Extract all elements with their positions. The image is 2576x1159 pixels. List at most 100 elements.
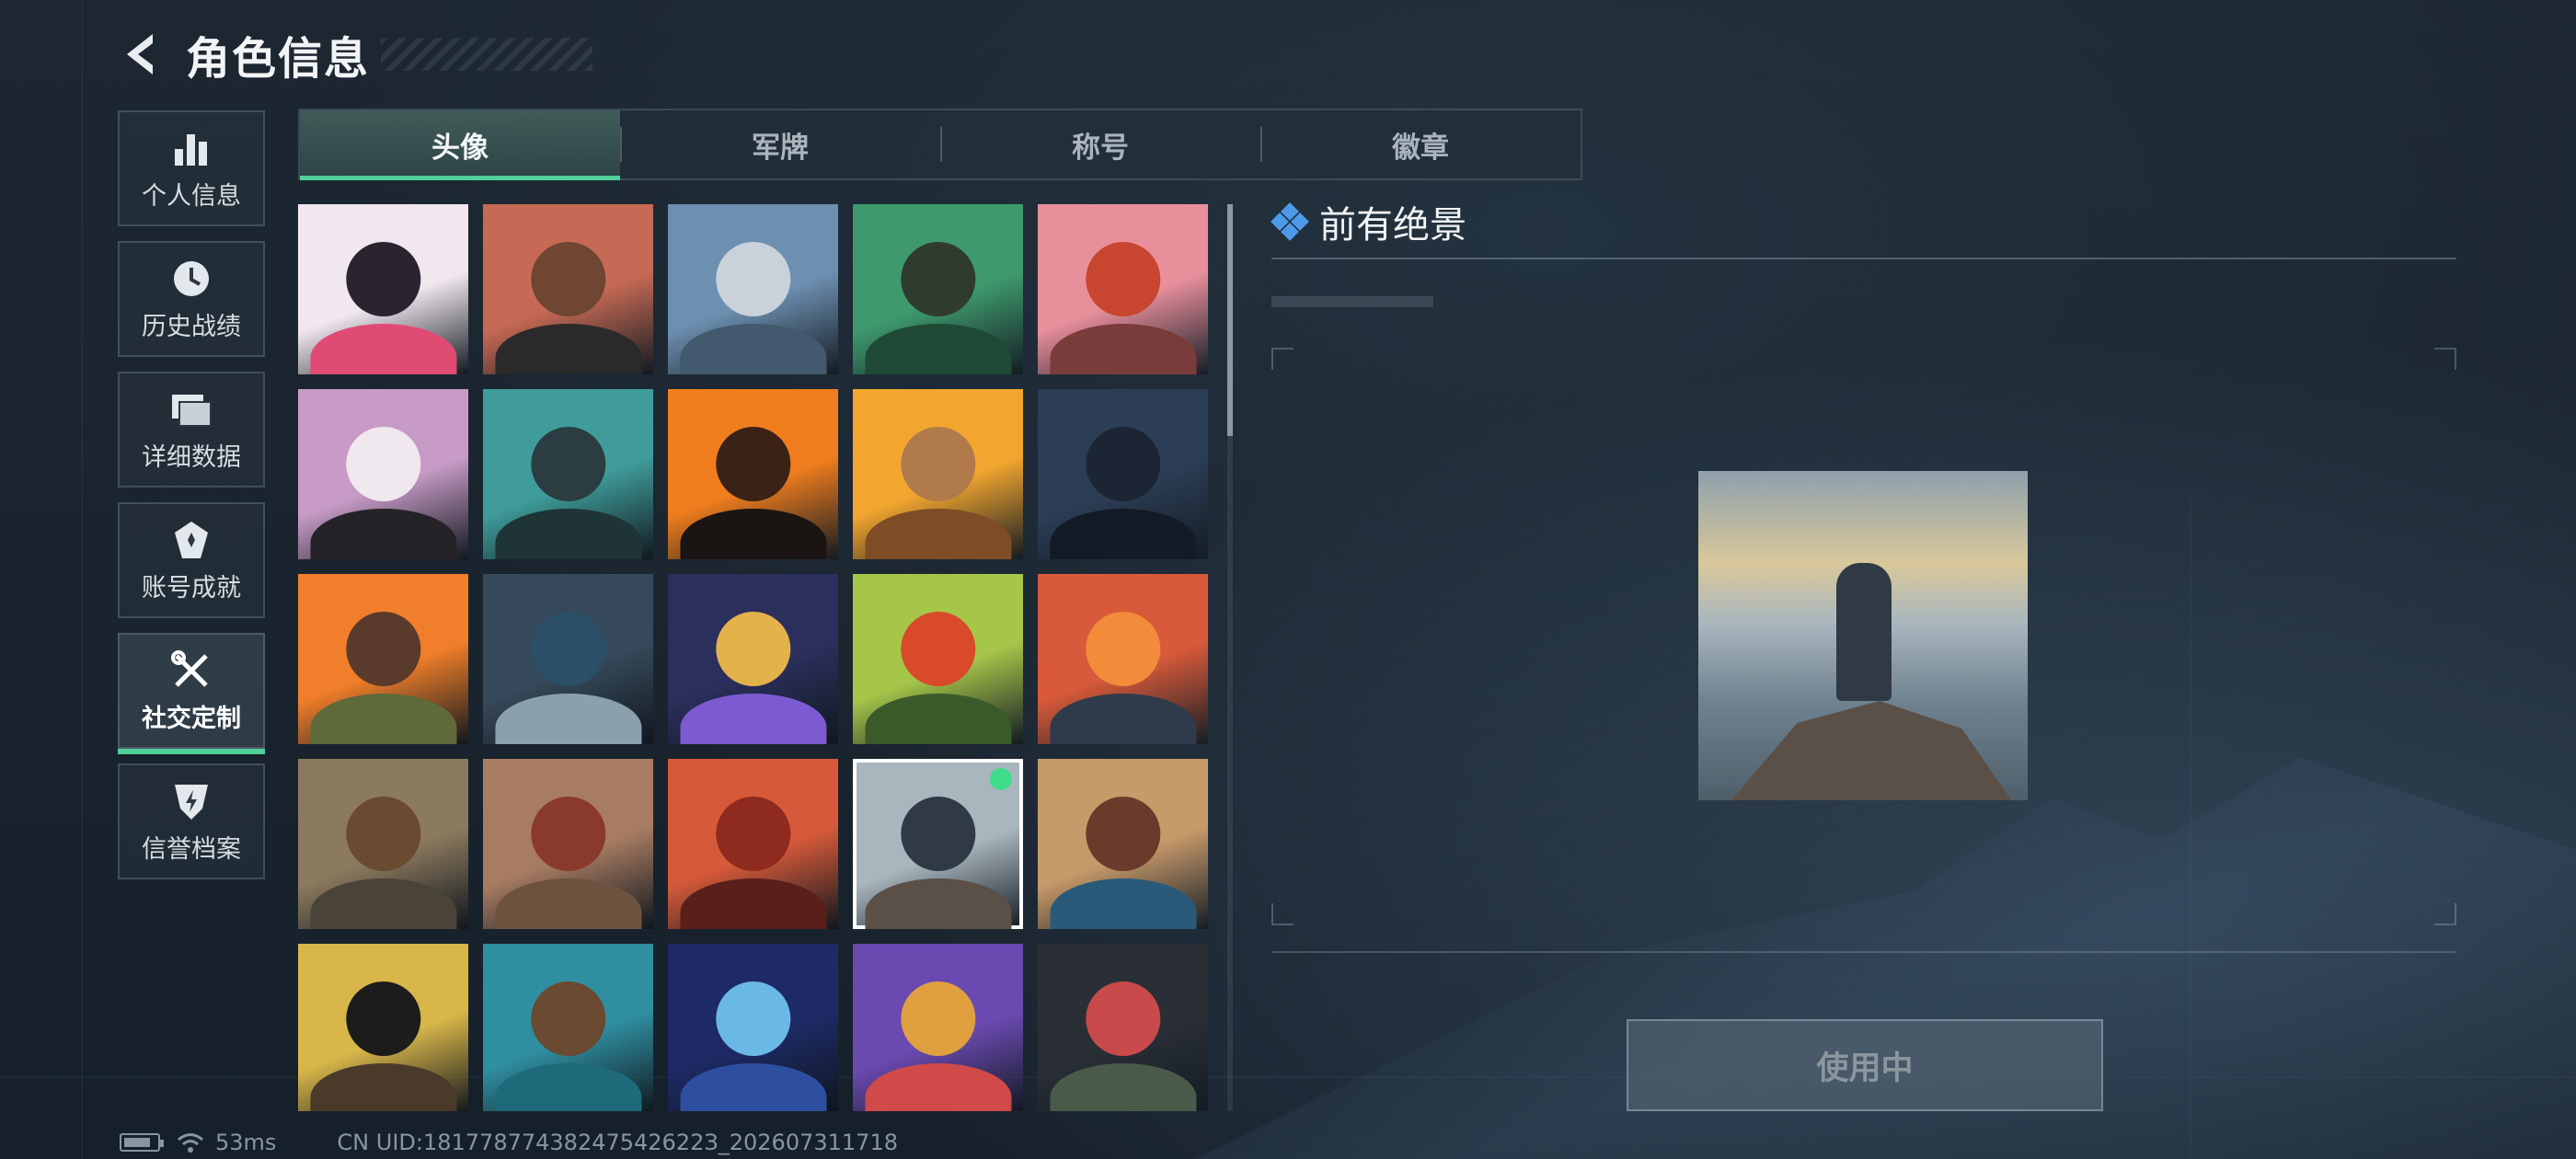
frame-corner	[2434, 348, 2456, 370]
avatar-tile[interactable]	[1038, 389, 1208, 559]
avatar-art-body	[1049, 693, 1197, 744]
avatar-tile[interactable]	[1038, 574, 1208, 744]
back-arrow-icon	[127, 34, 153, 75]
avatar-art-head	[1085, 611, 1161, 687]
avatar-art-body	[309, 693, 457, 744]
achievement-badge-icon	[173, 518, 210, 562]
sidebar-item-personal-info[interactable]: 个人信息	[118, 110, 265, 226]
page-title: 角色信息	[186, 33, 371, 85]
avatar-art-head	[1085, 241, 1161, 317]
avatar-art-body	[309, 878, 457, 929]
sidebar-item-social-customization[interactable]: 社交定制	[118, 633, 265, 754]
avatar-tile[interactable]	[668, 389, 838, 559]
avatar-art-body	[309, 323, 457, 374]
avatar-tile[interactable]	[853, 944, 1023, 1111]
in-use-button[interactable]: 使用中	[1627, 1019, 2103, 1111]
avatar-tile[interactable]	[668, 574, 838, 744]
avatar-tile[interactable]	[853, 389, 1023, 559]
avatar-tile[interactable]	[853, 204, 1023, 374]
preview-rock	[1731, 701, 2012, 800]
avatar-art-body	[1049, 508, 1197, 559]
avatar-art-head	[900, 241, 976, 317]
sidebar-item-label: 详细数据	[142, 442, 241, 472]
tab-dog-tag[interactable]: 军牌	[620, 110, 940, 178]
sidebar-item-detailed-data[interactable]: 详细数据	[118, 372, 265, 488]
avatar-tile[interactable]	[668, 204, 838, 374]
sidebar-item-history[interactable]: 历史战绩	[118, 241, 265, 357]
sidebar-item-label: 历史战绩	[142, 312, 241, 341]
wrench-screwdriver-icon	[171, 648, 212, 693]
avatar-art-head	[900, 981, 976, 1057]
avatar-tile[interactable]	[483, 204, 653, 374]
avatar-tile[interactable]	[853, 759, 1023, 929]
back-button[interactable]	[118, 29, 162, 80]
avatar-tile[interactable]	[298, 759, 468, 929]
avatar-tile[interactable]	[298, 574, 468, 744]
avatar-tile[interactable]	[483, 944, 653, 1111]
avatar-tile[interactable]	[483, 389, 653, 559]
avatar-art-body	[1049, 323, 1197, 374]
avatar-art-body	[494, 1062, 642, 1111]
avatar-art-head	[345, 426, 421, 502]
avatar-art-head	[715, 981, 791, 1057]
avatar-art-head	[900, 426, 976, 502]
avatar-tile[interactable]	[853, 574, 1023, 744]
clock-history-icon	[171, 257, 212, 301]
avatar-art-body	[679, 693, 827, 744]
tab-title[interactable]: 称号	[940, 110, 1260, 178]
avatar-art-body	[494, 693, 642, 744]
avatar-art-body	[679, 878, 827, 929]
avatar-tile[interactable]	[1038, 204, 1208, 374]
sidebar-item-label: 个人信息	[142, 181, 241, 211]
page-header: 角色信息	[118, 22, 593, 86]
tab-avatar[interactable]: 头像	[300, 110, 620, 180]
avatar-art-body	[1049, 1062, 1197, 1111]
detail-title-row: 前有绝景	[1271, 193, 2456, 250]
sidebar: 个人信息 历史战绩 详细数据 账号成就 社交定制 信誉档案	[118, 110, 265, 894]
status-bar: 53ms CN UID:18177877438247542622З_202607…	[120, 1130, 898, 1155]
in-use-indicator-dot	[990, 768, 1012, 790]
avatar-art-head	[715, 796, 791, 872]
avatar-art-body	[494, 508, 642, 559]
avatar-art-head	[530, 426, 606, 502]
avatar-art-body	[864, 508, 1012, 559]
preview-soldier-figure	[1836, 563, 1892, 701]
sidebar-item-label: 信誉档案	[142, 834, 241, 864]
avatar-art-head	[1085, 426, 1161, 502]
avatar-description	[1271, 296, 1433, 307]
avatar-art-body	[864, 1062, 1012, 1111]
avatar-art-head	[530, 611, 606, 687]
diamond-icon	[1271, 202, 1309, 241]
ping-latency: 53ms	[215, 1130, 277, 1155]
avatar-tile[interactable]	[1038, 944, 1208, 1111]
avatar-tile[interactable]	[298, 204, 468, 374]
avatar-grid-scrollbar[interactable]	[1227, 204, 1233, 1111]
sidebar-item-achievements[interactable]: 账号成就	[118, 502, 265, 618]
avatar-art-head	[715, 611, 791, 687]
avatar-art-body	[309, 1062, 457, 1111]
avatar-tile[interactable]	[668, 944, 838, 1111]
avatar-art-body	[864, 878, 1012, 929]
frame-corner	[1271, 348, 1294, 370]
scrollbar-thumb[interactable]	[1227, 204, 1233, 436]
avatar-tile[interactable]	[1038, 759, 1208, 929]
avatar-grid-container	[298, 204, 1225, 1111]
avatar-tile[interactable]	[298, 944, 468, 1111]
detail-bottom-divider	[1271, 951, 2456, 953]
avatar-art-body	[864, 323, 1012, 374]
avatar-art-head	[530, 796, 606, 872]
avatar-tile[interactable]	[668, 759, 838, 929]
sidebar-item-reputation[interactable]: 信誉档案	[118, 763, 265, 879]
avatar-tile[interactable]	[483, 759, 653, 929]
avatar-art-head	[715, 241, 791, 317]
avatar-art-head	[530, 981, 606, 1057]
shield-bolt-icon	[173, 779, 210, 823]
avatar-art-head	[900, 611, 976, 687]
avatar-tile[interactable]	[483, 574, 653, 744]
avatar-art-head	[1085, 981, 1161, 1057]
avatar-art-body	[679, 508, 827, 559]
header-decoration	[381, 38, 593, 71]
tab-badge[interactable]: 徽章	[1260, 110, 1581, 178]
avatar-tile[interactable]	[298, 389, 468, 559]
avatar-art-head	[1085, 796, 1161, 872]
